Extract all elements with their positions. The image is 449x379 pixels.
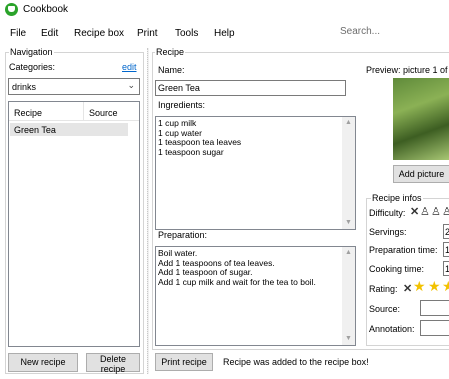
column-divider (83, 102, 84, 121)
recipe-group-label: Recipe (155, 47, 186, 57)
scroll-up-icon[interactable]: ▲ (342, 249, 355, 256)
preparation-time-field[interactable]: 1 (443, 242, 449, 257)
star-icon[interactable]: ★ (428, 278, 441, 295)
recipe-picture[interactable] (393, 78, 449, 160)
add-picture-button[interactable]: Add picture (393, 165, 449, 183)
rating-label: Rating: (369, 284, 398, 294)
column-header-recipe[interactable]: Recipe (14, 108, 42, 118)
star-icon[interactable]: ★ (442, 278, 449, 295)
star-icon[interactable]: ★ (413, 278, 426, 295)
preparation-textarea[interactable]: Boil water. Add 1 teaspoons of tea leave… (155, 246, 356, 346)
chef-hat-icon[interactable]: ♙ (442, 205, 449, 218)
menu-tools[interactable]: Tools (175, 28, 198, 39)
menu-help[interactable]: Help (214, 28, 235, 39)
category-select-value: drinks (12, 82, 37, 92)
preview-label: Preview: picture 1 of (366, 65, 448, 75)
preparation-time-label: Preparation time: (369, 245, 438, 255)
navigation-group-label: Navigation (9, 47, 54, 57)
source-field[interactable] (420, 300, 449, 316)
column-header-source[interactable]: Source (89, 108, 118, 118)
menu-recipe-box[interactable]: Recipe box (74, 28, 124, 39)
menu-file[interactable]: File (10, 28, 26, 39)
preparation-label: Preparation: (158, 230, 208, 240)
chef-hat-icon[interactable]: ♙ (431, 205, 441, 218)
category-select[interactable]: drinks ⌄ (8, 78, 140, 95)
ingredients-scrollbar[interactable] (342, 117, 355, 229)
preparation-scrollbar[interactable] (342, 247, 355, 345)
ingredient-line: 1 teaspoon sugar (158, 146, 224, 157)
edit-categories-link[interactable]: edit (122, 62, 137, 72)
source-label: Source: (369, 304, 401, 314)
status-message: Recipe was added to the recipe box! (223, 357, 369, 367)
preparation-line: Add 1 cup milk and wait for the tea to b… (158, 276, 316, 287)
recipe-infos-label: Recipe infos (371, 193, 423, 203)
delete-recipe-button[interactable]: Delete recipe (86, 353, 140, 374)
app-icon (5, 3, 18, 16)
annotation-label: Annotation: (369, 324, 415, 334)
servings-field[interactable]: 2 (443, 224, 449, 239)
chef-hat-icon[interactable]: ♙ (420, 205, 430, 218)
clear-difficulty-icon[interactable]: ✕ (410, 205, 419, 218)
servings-label: Servings: (369, 227, 407, 237)
new-recipe-button[interactable]: New recipe (8, 353, 78, 372)
window-title: Cookbook (23, 4, 69, 15)
print-recipe-button[interactable]: Print recipe (155, 353, 213, 371)
recipe-cell: Green Tea (14, 125, 56, 135)
scroll-down-icon[interactable]: ▼ (342, 335, 355, 342)
ingredients-label: Ingredients: (158, 100, 206, 110)
chevron-down-icon: ⌄ (127, 80, 135, 90)
annotation-field[interactable] (420, 320, 449, 336)
difficulty-label: Difficulty: (369, 208, 406, 218)
name-label: Name: (158, 65, 185, 75)
cooking-time-label: Cooking time: (369, 264, 425, 274)
cooking-time-field[interactable]: 1 (443, 261, 449, 276)
ingredients-textarea[interactable]: 1 cup milk 1 cup water 1 teaspoon tea le… (155, 116, 356, 230)
panel-splitter[interactable] (147, 48, 149, 374)
menu-edit[interactable]: Edit (41, 28, 58, 39)
scroll-up-icon[interactable]: ▲ (342, 119, 355, 126)
recipe-name-field[interactable]: Green Tea (155, 80, 346, 96)
categories-label: Categories: (9, 62, 56, 72)
scroll-down-icon[interactable]: ▼ (342, 219, 355, 226)
menu-print[interactable]: Print (137, 28, 158, 39)
search-input[interactable]: Search... (340, 26, 449, 40)
recipe-list[interactable]: Recipe Source Green Tea (8, 101, 140, 347)
clear-rating-icon[interactable]: ✕ (403, 282, 412, 295)
